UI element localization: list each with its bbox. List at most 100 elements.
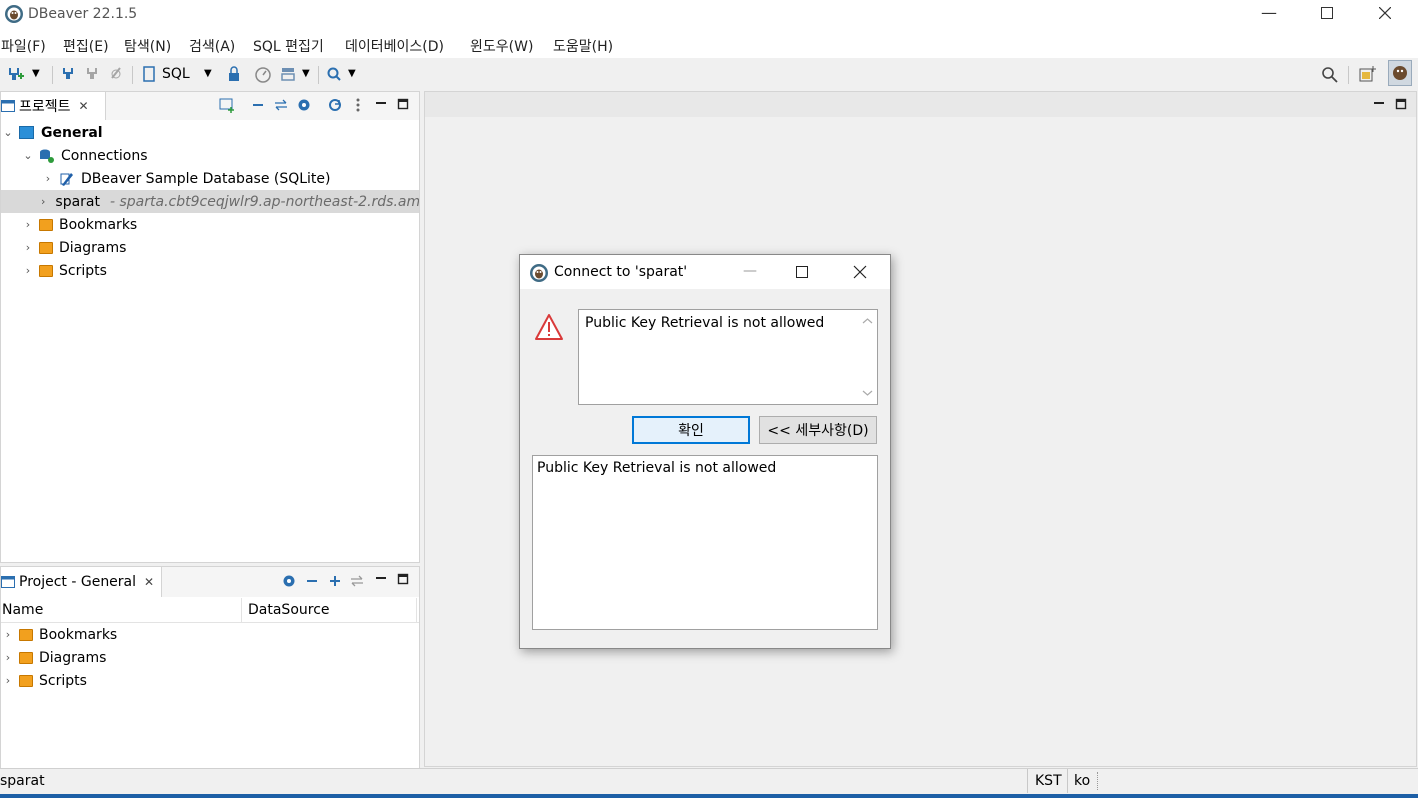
menu-window[interactable]: 윈도우(W) [470,36,533,56]
main-toolbar: ▼ SQL ▼ ▼ ▼ [0,58,1418,90]
link-editor-button[interactable] [349,573,365,589]
chevron-down-icon[interactable]: ⌄ [1,126,15,140]
close-tab-icon[interactable]: ✕ [144,575,154,589]
new-project-button[interactable] [219,97,235,113]
menu-database[interactable]: 데이터베이스(D) [345,36,444,56]
maximize-button[interactable] [1298,0,1356,28]
ok-button[interactable]: 확인 [632,416,750,444]
dialog-close-button[interactable] [842,259,878,285]
link-editor-button[interactable] [273,97,289,113]
menu-navigate[interactable]: 탐색(N) [124,36,171,56]
search-dropdown[interactable]: ▼ [348,64,360,84]
chevron-down-icon[interactable]: ⌄ [21,149,35,163]
tree-item-connections[interactable]: ⌄ Connections [1,144,419,167]
projects-tab-bar: 프로젝트 ✕ [1,92,419,120]
new-connection-button[interactable] [6,64,24,84]
disconnect-icon [87,68,97,79]
view-menu-button[interactable] [353,97,363,113]
minimize-view-button[interactable] [375,571,387,587]
tree-item-diagrams[interactable]: › Diagrams [1,236,419,259]
details-button[interactable]: << 세부사항(D) [759,416,877,444]
dialog-maximize-button[interactable] [784,259,820,285]
projects-panel: 프로젝트 ✕ ⌄ General ⌄ Connections › DBeaver… [0,91,420,563]
configure-button[interactable] [296,97,312,113]
new-connection-icon [9,68,24,80]
diagrams-folder-icon [39,241,53,254]
sqlite-icon [60,172,73,186]
column-divider[interactable] [241,598,242,622]
chevron-right-icon[interactable]: › [21,264,35,278]
menu-edit[interactable]: 편집(E) [63,36,109,56]
configure-button[interactable] [281,573,297,589]
tree-item-general[interactable]: ⌄ General [1,121,419,144]
dbeaver-logo-icon [4,4,24,24]
maximize-editor-button[interactable] [1395,96,1407,112]
db-tools-button[interactable] [279,64,297,84]
table-row[interactable]: › Bookmarks [1,623,419,646]
disconnect-button[interactable] [84,64,100,84]
transaction-mode-button[interactable] [226,64,242,84]
minimize-editor-button[interactable] [1373,96,1385,112]
global-search-button[interactable] [1321,64,1339,84]
minimize-view-icon [1374,102,1384,104]
sql-editor-dropdown[interactable]: ▼ [204,64,216,84]
close-button[interactable] [1356,0,1414,28]
connect-error-dialog: Connect to 'sparat' — Public Key Retriev… [519,254,891,649]
maximize-view-button[interactable] [397,96,409,112]
table-row[interactable]: › Diagrams [1,646,419,669]
dbeaver-perspective-button[interactable] [1388,60,1412,86]
dashboard-button[interactable] [254,64,272,84]
db-tools-dropdown[interactable]: ▼ [302,64,314,84]
tree-item-scripts[interactable]: › Scripts [1,259,419,282]
tree-item-sample-db[interactable]: › DBeaver Sample Database (SQLite) [1,167,419,190]
tree-item-label: Diagrams [59,239,127,256]
search-button[interactable] [326,64,342,84]
chevron-right-icon[interactable]: › [1,674,15,688]
close-tab-icon[interactable]: ✕ [79,99,89,113]
open-perspective-button[interactable] [1358,64,1378,84]
menu-file[interactable]: 파일(F) [1,36,46,56]
menu-help[interactable]: 도움말(H) [553,36,613,56]
search-icon [327,67,341,81]
invalidate-button[interactable] [108,64,124,84]
maximize-view-button[interactable] [397,571,409,587]
maximize-icon [796,266,808,278]
maximize-view-icon [1395,98,1407,110]
sql-editor-button[interactable]: SQL [142,64,202,84]
minimize-button[interactable]: — [1240,0,1298,28]
chevron-right-icon[interactable]: › [21,218,35,232]
minimize-view-button[interactable] [375,96,387,112]
collapse-all-button[interactable] [305,573,319,589]
new-connection-dropdown[interactable]: ▼ [32,64,44,84]
expand-all-button[interactable] [328,573,342,589]
scroll-up-icon [862,318,873,324]
tree-item-sparat[interactable]: › sparat - sparta.cbt9ceqjwlr9.ap-northe… [1,190,419,213]
details-text-area[interactable]: Public Key Retrieval is not allowed [532,455,878,630]
connections-icon [40,149,54,163]
chevron-right-icon[interactable]: › [1,628,15,642]
connect-button[interactable] [60,64,76,84]
projects-tree: ⌄ General ⌄ Connections › DBeaver Sample… [1,121,419,282]
connection-host: - sparta.cbt9ceqjwlr9.ap-northeast-2.rds… [110,193,419,210]
menu-sql-editor[interactable]: SQL 편집기 [253,36,324,56]
dialog-minimize-button[interactable]: — [732,259,768,285]
column-header-datasource[interactable]: DataSource [248,602,330,618]
tab-projects[interactable]: 프로젝트 ✕ [1,92,106,120]
status-selection: sparat [0,773,45,789]
sync-button[interactable] [327,97,343,113]
chevron-right-icon[interactable]: › [21,241,35,255]
bookmarks-folder-icon [39,218,53,231]
toolbar-separator [318,66,319,84]
collapse-all-button[interactable] [251,97,265,113]
menu-search[interactable]: 검색(A) [189,36,235,56]
perspective-icon [1359,66,1376,82]
tree-item-bookmarks[interactable]: › Bookmarks [1,213,419,236]
error-message-box[interactable]: Public Key Retrieval is not allowed [578,309,878,405]
tab-project-general[interactable]: Project - General ✕ [1,567,162,597]
chevron-right-icon[interactable]: › [1,651,15,665]
chevron-right-icon[interactable]: › [41,172,55,186]
message-scrollbar[interactable] [858,310,877,404]
chevron-right-icon[interactable]: › [41,195,45,209]
column-header-name[interactable]: Name [2,602,43,618]
table-row[interactable]: › Scripts [1,669,419,692]
